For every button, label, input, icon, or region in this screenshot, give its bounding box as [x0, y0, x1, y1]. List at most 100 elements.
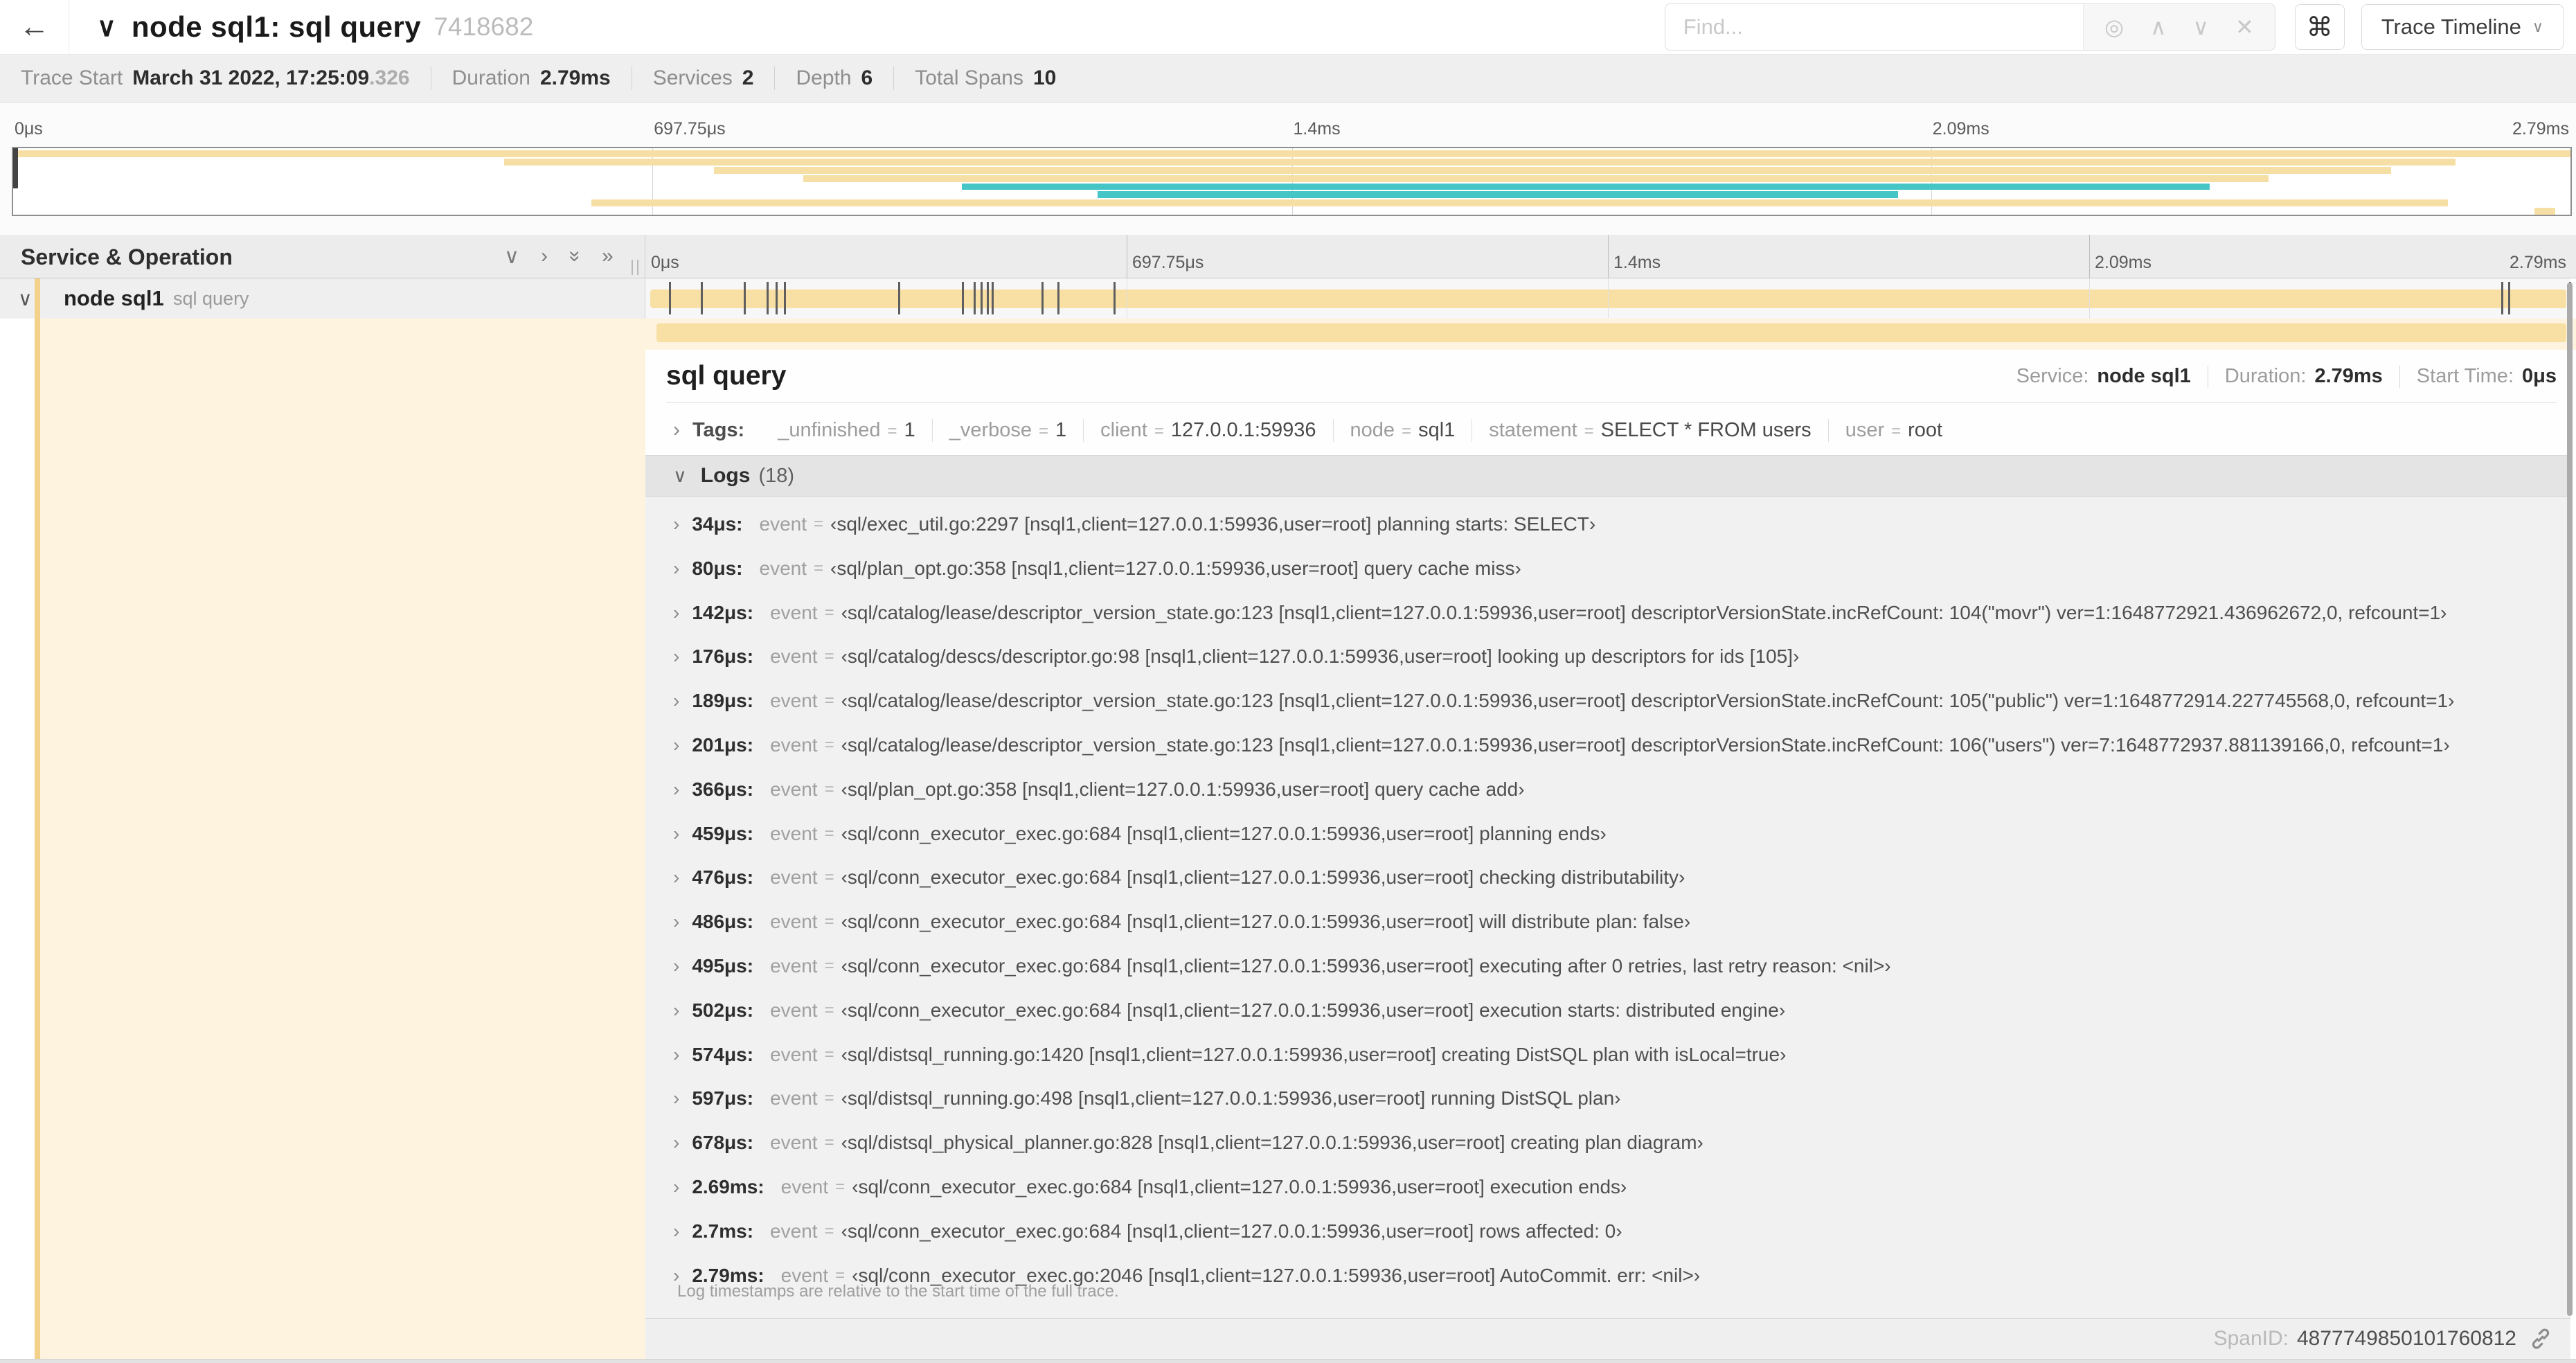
stat-value: March 31 2022, 17:25:09: [132, 66, 370, 89]
chevron-right-icon: ›: [673, 1176, 680, 1197]
minimap-span-bar[interactable]: [591, 199, 2448, 207]
minimap-span-bar[interactable]: [2534, 208, 2555, 215]
log-marker-tick: [776, 282, 778, 314]
log-event-value: ‹sql/conn_executor_exec.go:684 [nsql1,cl…: [841, 822, 1607, 844]
minimap-drag-handle[interactable]: [13, 148, 18, 188]
log-marker-tick: [767, 282, 769, 314]
log-event-value: ‹sql/catalog/descs/descriptor.go:98 [nsq…: [841, 645, 1800, 668]
equals-sign: =: [824, 691, 834, 711]
timeline-gridline: [1608, 278, 1609, 319]
stat-label: Duration: [451, 66, 530, 89]
log-row[interactable]: › 189μs: event = ‹sql/catalog/lease/descript…: [673, 679, 2557, 723]
equals-sign: =: [1154, 421, 1164, 440]
log-marker-tick: [1057, 282, 1059, 314]
trace-collapse-chevron-icon[interactable]: ∨: [97, 12, 116, 43]
minimap-span-bar[interactable]: [713, 166, 2392, 174]
log-event-value: ‹sql/plan_opt.go:358 [nsql1,client=127.0…: [841, 778, 1525, 800]
span-collapse-chevron-icon[interactable]: ∨: [18, 287, 33, 310]
log-timestamp: 176μs:: [692, 645, 754, 668]
expand-one-icon[interactable]: ›: [541, 244, 548, 268]
expand-all-icon[interactable]: »: [602, 244, 614, 268]
column-resize-grip[interactable]: [632, 260, 638, 275]
log-row[interactable]: › 486μs: event = ‹sql/conn_executor_exec.go:…: [673, 900, 2557, 944]
chevron-right-icon: ›: [673, 557, 680, 579]
logs-count: (18): [758, 464, 795, 487]
log-row[interactable]: › 597μs: event = ‹sql/distsql_running.go:498…: [673, 1076, 2557, 1121]
equals-sign: =: [824, 1133, 834, 1152]
horizontal-scrollbar-track[interactable]: [0, 1359, 2576, 1363]
timeline-gridline: [2089, 235, 2090, 278]
stat-label: Trace Start: [21, 66, 123, 89]
minimap-span-bar[interactable]: [504, 158, 2456, 166]
logs-accordion-header[interactable]: ∨ Logs (18): [645, 455, 2570, 497]
minimap-span-bar[interactable]: [1097, 191, 1898, 199]
span-row-track[interactable]: [645, 278, 2572, 319]
log-event-value: ‹sql/conn_executor_exec.go:2046 [nsql1,c…: [852, 1264, 1701, 1286]
log-row[interactable]: › 2.79ms: event = ‹sql/conn_executor_exec.go…: [673, 1254, 2557, 1298]
chevron-right-icon: ›: [673, 645, 680, 668]
log-row[interactable]: › 678μs: event = ‹sql/distsql_physical_plann…: [673, 1121, 2557, 1165]
log-event-value: ‹sql/conn_executor_exec.go:684 [nsql1,cl…: [852, 1176, 1627, 1197]
log-row[interactable]: › 476μs: event = ‹sql/conn_executor_exec.go:…: [673, 855, 2557, 900]
log-row[interactable]: › 2.7ms: event = ‹sql/conn_executor_exec.go:…: [673, 1209, 2557, 1254]
log-row[interactable]: › 502μs: event = ‹sql/conn_executor_exec.go:…: [673, 988, 2557, 1033]
keyboard-shortcuts-button[interactable]: ⌘: [2294, 4, 2345, 50]
duration-label: Duration:: [2224, 365, 2307, 387]
minimap-span-bar[interactable]: [962, 183, 2210, 190]
tag-value: root: [1908, 418, 1943, 441]
chevron-right-icon: ›: [673, 822, 680, 844]
minimap-span-bar[interactable]: [13, 150, 2570, 157]
back-button[interactable]: ←: [0, 0, 69, 54]
span-row-label-cell[interactable]: ∨ node sql1 sql query: [0, 278, 645, 319]
spanid-footer: SpanID: 4877749850101760812: [645, 1318, 2570, 1359]
minimap-span-lane: [13, 183, 2570, 190]
log-event-value: ‹sql/plan_opt.go:358 [nsql1,client=127.0…: [830, 557, 1521, 579]
equals-sign: =: [1402, 421, 1412, 440]
log-row[interactable]: › 459μs: event = ‹sql/conn_executor_exec.go:…: [673, 812, 2557, 856]
stat-value: 6: [861, 66, 873, 89]
chevron-down-icon: ∨: [673, 465, 687, 486]
timeline-gridline: [1608, 235, 1609, 278]
next-result-icon[interactable]: ∨: [2193, 14, 2209, 40]
find-input[interactable]: [1665, 4, 2084, 50]
log-timestamp: 189μs:: [692, 690, 754, 712]
log-marker-tick: [2501, 282, 2504, 314]
prev-result-icon[interactable]: ∧: [2150, 14, 2166, 40]
log-row[interactable]: › 366μs: event = ‹sql/plan_opt.go:358 [nsql1…: [673, 767, 2557, 812]
collapse-one-icon[interactable]: ∨: [504, 244, 519, 269]
clear-search-icon[interactable]: ✕: [2235, 14, 2254, 40]
equals-sign: =: [824, 1089, 834, 1108]
minimap-span-bar[interactable]: [803, 175, 2269, 182]
log-row[interactable]: › 142μs: event = ‹sql/catalog/lease/descript…: [673, 591, 2557, 635]
trace-stat-item: Trace Start March 31 2022, 17:25:09.326: [21, 66, 431, 90]
log-row[interactable]: › 80μs: event = ‹sql/plan_opt.go:358 [nsql1,…: [673, 546, 2557, 591]
log-event-key: event: [770, 911, 818, 933]
log-row[interactable]: › 574μs: event = ‹sql/distsql_running.go:142…: [673, 1033, 2557, 1077]
tag-key: _verbose: [949, 418, 1032, 441]
chevron-right-icon: ›: [673, 1132, 680, 1154]
vertical-scrollbar[interactable]: [2567, 283, 2573, 1316]
chevron-right-icon: ›: [673, 999, 680, 1021]
timeline-header: Service & Operation ∨ › » » 0μs 697.75μs 1…: [0, 235, 2576, 278]
find-controls: ◎ ∧ ∨ ✕: [2083, 4, 2275, 50]
log-timestamp: 597μs:: [692, 1087, 754, 1110]
log-row[interactable]: › 201μs: event = ‹sql/catalog/lease/descript…: [673, 723, 2557, 767]
equals-sign: =: [1039, 421, 1049, 440]
chevron-right-icon: ›: [673, 1264, 680, 1286]
service-label: Service:: [2016, 365, 2089, 387]
log-row[interactable]: › 495μs: event = ‹sql/conn_executor_exec.go:…: [673, 944, 2557, 988]
trace-view-dropdown[interactable]: Trace Timeline ∨: [2361, 4, 2564, 50]
log-row[interactable]: › 34μs: event = ‹sql/exec_util.go:2297 [nsql…: [673, 502, 2557, 546]
deep-link-icon[interactable]: [2529, 1327, 2552, 1351]
tag-key: node: [1350, 418, 1395, 441]
span-operation-name: sql query: [173, 288, 249, 309]
log-row[interactable]: › 176μs: event = ‹sql/catalog/descs/descript…: [673, 634, 2557, 679]
detail-meta: Service: node sql1 Duration: 2.79ms Star…: [2016, 365, 2557, 388]
tags-accordion[interactable]: › Tags: _unfinished = 1 _verbose = 1 client = 12…: [666, 412, 2557, 448]
log-marker-tick: [987, 282, 990, 314]
log-row[interactable]: › 2.69ms: event = ‹sql/conn_executor_exec.go…: [673, 1165, 2557, 1209]
detail-span-mini-bar[interactable]: [656, 323, 2566, 342]
locate-icon[interactable]: ◎: [2104, 14, 2124, 40]
collapse-all-icon[interactable]: »: [564, 244, 587, 268]
minimap-canvas[interactable]: [12, 147, 2572, 216]
